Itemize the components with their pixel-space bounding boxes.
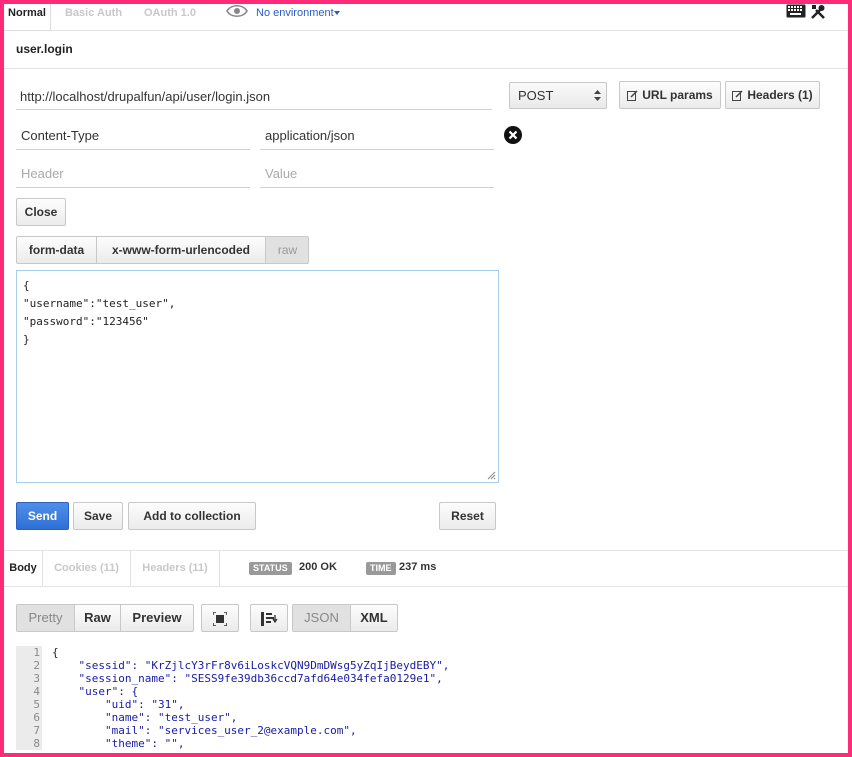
save-button[interactable]: Save bbox=[73, 502, 123, 530]
body-type-tabs: form-data x-www-form-urlencoded raw bbox=[16, 236, 309, 264]
send-button[interactable]: Send bbox=[16, 502, 69, 530]
tab-normal[interactable]: Normal bbox=[4, 4, 51, 31]
code-line: 7 "mail": "services_user_2@example.com", bbox=[16, 724, 848, 737]
edit-icon bbox=[627, 90, 638, 102]
code-text: { bbox=[52, 646, 59, 659]
divider bbox=[4, 68, 848, 69]
chevron-down-icon bbox=[334, 11, 340, 15]
preview-button[interactable]: Preview bbox=[121, 605, 193, 631]
keyboard-icon[interactable] bbox=[786, 4, 806, 18]
line-number: 8 bbox=[16, 737, 42, 750]
code-line: 2 "sessid": "KrZjlcY3rFr8v6iLoskcVQN9DmD… bbox=[16, 659, 848, 672]
code-line: 5 "uid": "31", bbox=[16, 698, 848, 711]
tab-form-data[interactable]: form-data bbox=[17, 237, 97, 263]
view-mode-group: Pretty Raw Preview bbox=[16, 604, 194, 632]
tools-icon[interactable] bbox=[810, 4, 826, 20]
line-number: 5 bbox=[16, 698, 42, 711]
eye-icon bbox=[226, 4, 248, 18]
code-text: "user": { bbox=[52, 685, 139, 698]
code-text: "theme": "", bbox=[52, 737, 185, 750]
url-input[interactable] bbox=[16, 83, 492, 110]
edit-icon bbox=[732, 90, 743, 102]
status-badge: STATUS bbox=[249, 562, 292, 575]
code-line: 3 "session_name": "SESS9fe39db36ccd7afd6… bbox=[16, 672, 848, 685]
line-number: 1 bbox=[16, 646, 42, 659]
time-badge: TIME bbox=[366, 562, 396, 575]
tab-cookies[interactable]: Cookies (11) bbox=[43, 550, 131, 586]
reset-button[interactable]: Reset bbox=[439, 502, 496, 530]
select-arrows-icon bbox=[594, 90, 601, 101]
code-text: "sessid": "KrZjlcY3rFr8v6iLoskcVQN9DmDWs… bbox=[52, 659, 450, 672]
xml-button[interactable]: XML bbox=[351, 605, 397, 631]
divider bbox=[4, 586, 848, 587]
add-to-collection-button[interactable]: Add to collection bbox=[128, 502, 256, 530]
method-select[interactable]: POST bbox=[509, 82, 607, 109]
code-line: 4 "user": { bbox=[16, 685, 848, 698]
resize-handle-icon[interactable] bbox=[487, 471, 496, 480]
response-tab-bar: Body Cookies (11) Headers (11) STATUS 20… bbox=[4, 550, 848, 586]
new-header-key-input[interactable] bbox=[16, 160, 250, 188]
url-params-label: URL params bbox=[642, 88, 713, 102]
method-value: POST bbox=[518, 88, 554, 103]
tab-oauth[interactable]: OAuth 1.0 bbox=[144, 4, 214, 30]
header-value-input[interactable] bbox=[260, 122, 494, 150]
url-params-button[interactable]: URL params bbox=[619, 81, 721, 109]
tab-urlencoded[interactable]: x-www-form-urlencoded bbox=[97, 237, 266, 263]
toggle-fullscreen-button[interactable] bbox=[201, 604, 239, 632]
toggle-wrap-button[interactable] bbox=[250, 604, 288, 632]
tab-response-headers[interactable]: Headers (11) bbox=[131, 550, 220, 586]
tab-body[interactable]: Body bbox=[4, 550, 43, 586]
code-text: "uid": "31", bbox=[52, 698, 185, 711]
status-value: 200 OK bbox=[299, 561, 337, 573]
wrap-lines-icon bbox=[261, 611, 278, 626]
code-text: "session_name": "SESS9fe39db36ccd7afd64e… bbox=[52, 672, 443, 685]
header-key-input[interactable] bbox=[16, 122, 250, 150]
json-button[interactable]: JSON bbox=[293, 605, 351, 631]
format-group: JSON XML bbox=[292, 604, 398, 632]
line-number: 6 bbox=[16, 711, 42, 724]
tab-raw[interactable]: raw bbox=[266, 237, 308, 263]
line-number: 2 bbox=[16, 659, 42, 672]
pretty-button[interactable]: Pretty bbox=[17, 605, 75, 631]
code-text: "name": "test_user", bbox=[52, 711, 238, 724]
tab-basic-auth[interactable]: Basic Auth bbox=[65, 4, 135, 30]
new-header-value-input[interactable] bbox=[260, 160, 494, 188]
raw-body-editor[interactable]: { "username":"test_user", "password":"12… bbox=[16, 270, 499, 483]
raw-button[interactable]: Raw bbox=[75, 605, 121, 631]
fullscreen-icon bbox=[212, 611, 228, 627]
code-line: 6 "name": "test_user", bbox=[16, 711, 848, 724]
line-number: 4 bbox=[16, 685, 42, 698]
response-body[interactable]: 1{2 "sessid": "KrZjlcY3rFr8v6iLoskcVQN9D… bbox=[16, 646, 848, 753]
code-line: 8 "theme": "", bbox=[16, 737, 848, 750]
app-window: Normal Basic Auth OAuth 1.0 No environme… bbox=[4, 4, 848, 753]
auth-tab-bar: Normal Basic Auth OAuth 1.0 No environme… bbox=[4, 4, 848, 31]
environment-label: No environment bbox=[256, 7, 334, 19]
headers-button[interactable]: Headers (1) bbox=[725, 81, 820, 109]
code-text: "mail": "services_user_2@example.com", bbox=[52, 724, 357, 737]
line-number: 7 bbox=[16, 724, 42, 737]
close-headers-button[interactable]: Close bbox=[16, 198, 66, 226]
raw-body-text: { "username":"test_user", "password":"12… bbox=[23, 279, 176, 346]
time-value: 237 ms bbox=[399, 561, 437, 573]
line-number: 3 bbox=[16, 672, 42, 685]
headers-label: Headers (1) bbox=[747, 88, 813, 102]
code-line: 1{ bbox=[16, 646, 848, 659]
remove-header-icon[interactable] bbox=[504, 126, 522, 144]
request-name: user.login bbox=[16, 42, 73, 56]
